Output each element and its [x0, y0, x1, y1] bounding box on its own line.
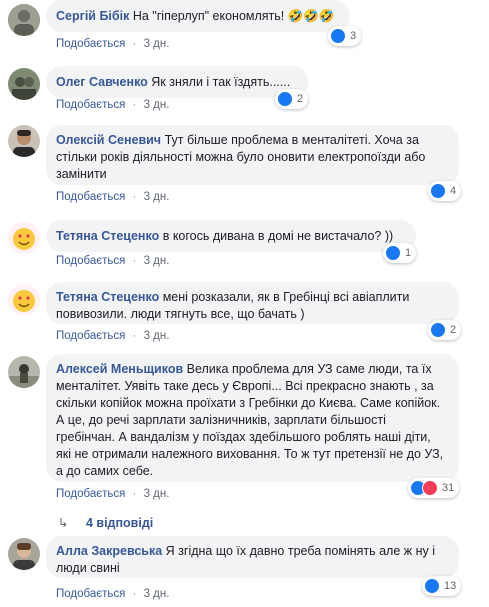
comment-text: в когось дивана в домі не вистачало? ))	[162, 229, 394, 243]
like-button[interactable]: Подобається	[56, 330, 125, 342]
comment-author[interactable]: Тетяна Стеценко	[56, 229, 159, 243]
comment-text: На "гіперлуп" економлять! 🤣🤣🤣	[132, 9, 335, 23]
comment-actions: Подобається · 3 дн.	[56, 255, 169, 267]
reaction-summary[interactable]: 4	[428, 181, 462, 201]
like-button[interactable]: Подобається	[56, 255, 125, 267]
comment-time[interactable]: 3 дн.	[144, 38, 170, 50]
comment-bubble: Олег Савченко Як зняли і так їздять.....…	[46, 66, 308, 98]
comment-bubble: Олексій Сеневич Тут більше проблема в ме…	[46, 125, 459, 185]
reaction-summary[interactable]: 31	[408, 478, 460, 498]
comment-author[interactable]: Олег Савченко	[56, 75, 148, 89]
comment-bubble: Сергій Бібік На "гіперлуп" економлять! 🤣…	[46, 0, 350, 32]
comment-actions: Подобається · 3 дн.	[56, 330, 169, 342]
reaction-summary[interactable]: 2	[428, 320, 462, 340]
comment-author[interactable]: Тетяна Стеценко	[56, 290, 159, 304]
comment-time[interactable]: 3 дн.	[144, 588, 170, 600]
reaction-count: 4	[450, 185, 457, 197]
avatar[interactable]	[8, 356, 40, 388]
separator: ·	[132, 191, 137, 203]
reaction-summary[interactable]: 13	[422, 576, 462, 596]
love-reaction-icon	[422, 480, 438, 496]
view-replies-link[interactable]: ↳ 4 відповіді	[58, 515, 153, 530]
comment-actions: Подобається · 3 дн.	[56, 191, 169, 203]
like-reaction-icon	[424, 578, 440, 594]
like-button[interactable]: Подобається	[56, 38, 125, 50]
comment-bubble: Тетяна Стеценко в когось дивана в домі н…	[46, 220, 416, 252]
separator: ·	[132, 38, 137, 50]
comment-actions: Подобається · 3 дн.	[56, 38, 169, 50]
comment-time[interactable]: 3 дн.	[144, 191, 170, 203]
comment-bubble: Тетяна Стеценко мені розказали, як в Гре…	[46, 282, 459, 324]
comment-time[interactable]: 3 дн.	[144, 488, 170, 500]
separator: ·	[132, 330, 137, 342]
reaction-count: 3	[350, 30, 357, 42]
reaction-count: 31	[442, 482, 455, 494]
avatar[interactable]	[8, 538, 40, 570]
reply-arrow-icon: ↳	[58, 516, 69, 530]
replies-count-label: 4 відповіді	[85, 516, 154, 530]
reaction-summary[interactable]: 2	[275, 89, 309, 109]
comment-author[interactable]: Алексей Меньщиков	[56, 362, 183, 376]
separator: ·	[132, 588, 137, 600]
comment-author[interactable]: Алла Закревська	[56, 544, 162, 558]
avatar[interactable]	[8, 284, 40, 316]
comment-author[interactable]: Олексій Сеневич	[56, 133, 161, 147]
like-reaction-icon	[430, 183, 446, 199]
separator: ·	[132, 99, 137, 111]
like-button[interactable]: Подобається	[56, 191, 125, 203]
reaction-count: 2	[297, 93, 304, 105]
like-reaction-icon	[277, 91, 293, 107]
like-reaction-icon	[430, 322, 446, 338]
reaction-count: 13	[444, 580, 457, 592]
separator: ·	[132, 488, 137, 500]
like-button[interactable]: Подобається	[56, 99, 125, 111]
comment-text: Велика проблема для УЗ саме люди, та їх …	[56, 362, 444, 478]
avatar[interactable]	[8, 4, 40, 36]
avatar[interactable]	[8, 68, 40, 100]
avatar[interactable]	[8, 222, 40, 254]
comment-time[interactable]: 3 дн.	[144, 99, 170, 111]
reaction-summary[interactable]: 1	[383, 243, 417, 263]
like-reaction-icon	[330, 28, 346, 44]
comment-actions: Подобається · 3 дн.	[56, 588, 169, 600]
reaction-count: 1	[405, 247, 412, 259]
comment-time[interactable]: 3 дн.	[144, 330, 170, 342]
separator: ·	[132, 255, 137, 267]
comment-author[interactable]: Сергій Бібік	[56, 9, 129, 23]
comment-text: Як зняли і так їздять......	[151, 75, 291, 89]
comment-bubble: Алексей Меньщиков Велика проблема для УЗ…	[46, 354, 459, 482]
comment-actions: Подобається · 3 дн.	[56, 99, 169, 111]
like-button[interactable]: Подобається	[56, 588, 125, 600]
comment-time[interactable]: 3 дн.	[144, 255, 170, 267]
like-reaction-icon	[385, 245, 401, 261]
avatar[interactable]	[8, 125, 40, 157]
like-button[interactable]: Подобається	[56, 488, 125, 500]
comment-actions: Подобається · 3 дн.	[56, 488, 169, 500]
reaction-summary[interactable]: 3	[328, 26, 362, 46]
reaction-count: 2	[450, 324, 457, 336]
comment-bubble: Алла Закревська Я згідна що їх давно тре…	[46, 536, 459, 578]
